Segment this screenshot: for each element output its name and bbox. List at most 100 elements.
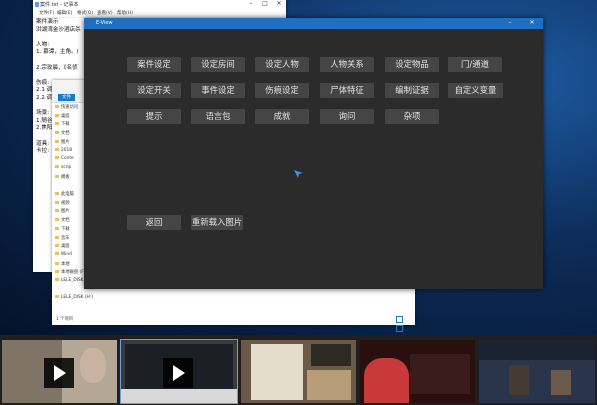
folder-icon bbox=[55, 192, 59, 195]
thumbnail-game-3[interactable] bbox=[479, 340, 595, 403]
explorer-nav-label: 文档 bbox=[61, 131, 70, 137]
notepad-line bbox=[36, 34, 81, 42]
explorer-nav-item[interactable]: 文档 bbox=[55, 130, 70, 136]
relationships-button[interactable]: 人物关系 bbox=[320, 57, 374, 72]
explorer-nav-item[interactable]: 快速访问 bbox=[55, 104, 78, 110]
eview-app-window[interactable]: E-View – ✕ 案件设定 设定房间 设定人物 人物关系 设定物品 门/通道… bbox=[84, 18, 543, 289]
play-icon[interactable] bbox=[44, 358, 74, 388]
explorer-nav-label: 下载 bbox=[61, 226, 70, 232]
explorer-nav-item[interactable]: 桌面 bbox=[55, 243, 70, 249]
explorer-nav-label: LELE_DISK (H:) bbox=[61, 295, 93, 301]
close-icon[interactable]: ✕ bbox=[526, 19, 538, 26]
explorer-nav-pane[interactable]: 快速访问 桌面 下载 文档 图片 2018 Conte scrip 模板 此电脑 视频 图片 文档 下载音… bbox=[52, 104, 93, 304]
folder-icon bbox=[55, 105, 59, 108]
thumbnail-game-1[interactable] bbox=[241, 340, 356, 403]
explorer-nav-label: 此电脑 bbox=[61, 192, 74, 197]
explorer-nav-item[interactable]: 文档 bbox=[55, 217, 70, 223]
explorer-nav-label: 桌面 bbox=[61, 244, 70, 250]
thumbnail-video-1[interactable] bbox=[2, 340, 117, 403]
achievements-button[interactable]: 成就 bbox=[255, 109, 309, 124]
corpse-features-button[interactable]: 尸体特征 bbox=[320, 83, 374, 98]
compile-evidence-button[interactable]: 编制证据 bbox=[385, 83, 439, 98]
folder-icon bbox=[55, 235, 59, 239]
reload-images-button[interactable]: 重新载入图片 bbox=[191, 215, 243, 230]
explorer-nav-item[interactable]: LELE_DISK (H:) bbox=[55, 295, 93, 300]
notepad-menubar: 文件(F) 编辑(E) 格式(O) 查看(V) 帮助(H) bbox=[33, 9, 286, 18]
folder-icon bbox=[55, 131, 59, 135]
menu-view[interactable]: 查看(V) bbox=[97, 10, 113, 16]
explorer-nav-label: 图片 bbox=[61, 209, 70, 215]
explorer-nav-item[interactable]: 图片 bbox=[55, 208, 70, 214]
mouse-cursor-icon bbox=[294, 170, 303, 178]
notepad-title: 案件.txt - 记事本 bbox=[40, 2, 79, 8]
explorer-nav-item[interactable]: 本地磁盘 (F:) bbox=[55, 269, 87, 275]
notepad-line: 洪湖湾金沙酒店杀 bbox=[36, 26, 81, 33]
explorer-nav-item[interactable]: 音乐 bbox=[55, 235, 70, 241]
menu-format[interactable]: 格式(O) bbox=[77, 10, 93, 16]
explorer-nav-item[interactable]: 下载 bbox=[55, 121, 70, 127]
explorer-file-tab[interactable]: 文件 bbox=[58, 94, 75, 101]
explorer-nav-item[interactable]: 此电脑 bbox=[55, 191, 74, 197]
maximize-icon[interactable]: □ bbox=[259, 0, 271, 7]
case-settings-button[interactable]: 案件设定 bbox=[127, 57, 181, 72]
explorer-nav-label: Conte bbox=[61, 156, 74, 162]
notepad-line: 2.宗玫晨，《名侦 bbox=[36, 64, 78, 71]
explorer-nav-item[interactable]: scrip bbox=[55, 164, 72, 170]
explorer-nav-item[interactable]: 下载 bbox=[55, 226, 70, 232]
door-passage-button[interactable]: 门/通道 bbox=[448, 57, 502, 72]
notepad-line: 案件演示 bbox=[36, 19, 59, 25]
explorer-nav-item[interactable]: 2018 bbox=[55, 147, 72, 153]
play-icon[interactable] bbox=[163, 358, 193, 388]
eview-titlebar[interactable]: E-View – ✕ bbox=[84, 18, 543, 29]
custom-variables-button[interactable]: 自定义变量 bbox=[448, 83, 503, 98]
folder-icon bbox=[55, 270, 59, 274]
folder-icon bbox=[55, 209, 59, 213]
explorer-nav-label: 桌面 bbox=[61, 113, 70, 119]
misc-button[interactable]: 杂项 bbox=[385, 109, 439, 124]
explorer-nav-item[interactable]: Conte bbox=[55, 156, 74, 161]
folder-icon bbox=[55, 295, 59, 299]
folder-icon bbox=[55, 122, 59, 126]
menu-edit[interactable]: 编辑(E) bbox=[57, 10, 72, 16]
explorer-nav-label: scrip bbox=[61, 164, 72, 170]
minimize-icon[interactable]: – bbox=[504, 19, 516, 26]
view-toggle-icons[interactable] bbox=[395, 316, 409, 332]
explorer-nav-item[interactable]: 模板 bbox=[55, 174, 70, 180]
inquiry-button[interactable]: 询问 bbox=[320, 109, 374, 124]
menu-file[interactable]: 文件(F) bbox=[39, 10, 54, 16]
folder-icon bbox=[55, 244, 59, 248]
folder-icon bbox=[55, 113, 59, 117]
folder-icon bbox=[55, 164, 59, 168]
thumbnail-video-2[interactable] bbox=[120, 339, 238, 404]
thumbnail-game-2[interactable] bbox=[360, 340, 475, 403]
explorer-nav-label: 文档 bbox=[61, 218, 70, 224]
explorer-nav-item[interactable]: 桌面 bbox=[55, 113, 70, 119]
task-view-strip bbox=[0, 335, 597, 405]
menu-help[interactable]: 帮助(H) bbox=[117, 10, 133, 16]
room-settings-button[interactable]: 设定房间 bbox=[191, 57, 245, 72]
folder-icon bbox=[55, 278, 59, 281]
explorer-nav-item[interactable]: 本地 bbox=[55, 261, 70, 267]
language-pack-button[interactable]: 语言包 bbox=[191, 109, 245, 124]
explorer-nav-label: 2018 bbox=[61, 147, 72, 153]
notepad-line bbox=[36, 72, 81, 80]
folder-icon bbox=[55, 218, 59, 222]
explorer-nav-item[interactable]: Wind bbox=[55, 251, 72, 257]
explorer-nav-item[interactable]: 图片 bbox=[55, 139, 70, 145]
explorer-nav-label: 本地磁盘 (F:) bbox=[61, 270, 87, 276]
explorer-nav-label: 图片 bbox=[61, 139, 70, 145]
wound-settings-button[interactable]: 伤痕设定 bbox=[255, 83, 309, 98]
character-settings-button[interactable]: 设定人物 bbox=[255, 57, 309, 72]
notepad-titlebar[interactable]: 案件.txt - 记事本 – □ ✕ bbox=[33, 0, 286, 9]
hints-button[interactable]: 提示 bbox=[127, 109, 181, 124]
explorer-nav-item[interactable]: 视频 bbox=[55, 200, 70, 206]
item-settings-button[interactable]: 设定物品 bbox=[385, 57, 439, 72]
back-button[interactable]: 返回 bbox=[127, 215, 181, 230]
switch-settings-button[interactable]: 设定开关 bbox=[127, 83, 181, 98]
folder-icon bbox=[55, 251, 59, 255]
folder-icon bbox=[55, 147, 59, 151]
event-settings-button[interactable]: 事件设定 bbox=[191, 83, 245, 98]
close-icon[interactable]: ✕ bbox=[273, 0, 285, 7]
explorer-nav-label: 音乐 bbox=[61, 235, 70, 241]
minimize-icon[interactable]: – bbox=[245, 0, 257, 7]
